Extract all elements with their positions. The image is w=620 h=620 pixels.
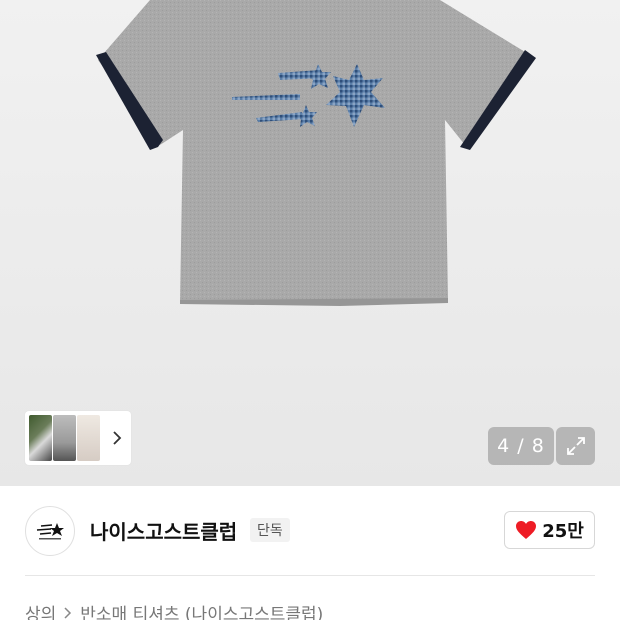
brand-logo[interactable]	[25, 506, 75, 556]
brand-row: 나이스고스트클럽 단독 25만	[0, 486, 620, 576]
image-counter: 4 / 8	[488, 427, 554, 465]
breadcrumb: 상의 반소매 티셔츠 (나이스고스트클럽)	[25, 600, 323, 620]
thumbnail-1[interactable]	[29, 415, 52, 461]
thumbnail-3[interactable]	[77, 415, 100, 461]
expand-icon	[566, 437, 585, 455]
thumbnail-2[interactable]	[53, 415, 76, 461]
breadcrumb-subcategory[interactable]: 반소매 티셔츠 (나이스고스트클럽)	[80, 600, 323, 620]
chevron-right-icon	[64, 606, 72, 619]
like-button[interactable]: 25만	[504, 511, 595, 549]
heart-icon	[516, 521, 537, 539]
expand-button[interactable]	[556, 427, 595, 465]
shooting-star-logo-icon	[36, 523, 64, 540]
divider	[25, 575, 595, 576]
exclusive-badge: 단독	[250, 518, 290, 542]
product-image-area[interactable]: 4 / 8	[0, 0, 620, 486]
brand-name[interactable]: 나이스고스트클럽	[90, 516, 237, 545]
like-count: 25만	[542, 521, 584, 542]
breadcrumb-category[interactable]: 상의	[25, 600, 56, 620]
thumbnail-strip[interactable]	[25, 411, 131, 465]
chevron-right-icon[interactable]	[107, 428, 127, 448]
